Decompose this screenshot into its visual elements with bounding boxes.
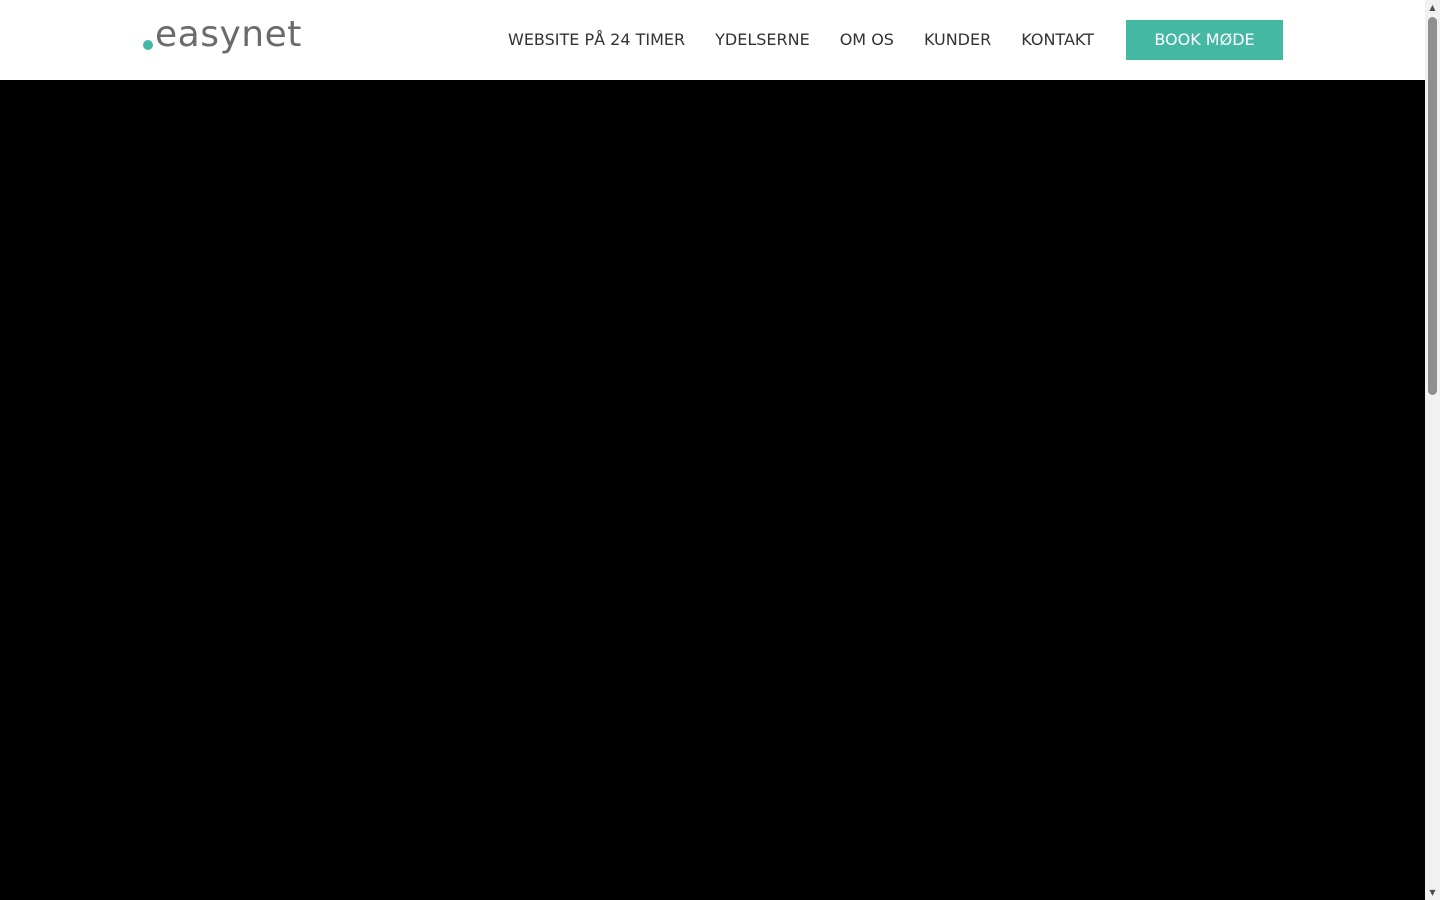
- scrollbar-thumb[interactable]: [1428, 17, 1437, 395]
- nav-item-om-os[interactable]: OM OS: [840, 27, 894, 53]
- nav-item-website-24-timer[interactable]: WEBSITE PÅ 24 TIMER: [508, 27, 685, 53]
- site-logo[interactable]: easynet: [140, 12, 310, 62]
- arrow-down-icon[interactable]: ▼: [1425, 885, 1440, 900]
- nav-item-ydelserne[interactable]: YDELSERNE: [715, 27, 810, 53]
- nav-item-kontakt[interactable]: KONTAKT: [1021, 27, 1094, 53]
- page: easynet WEBSITE PÅ 24 TIMER YDELSERNE OM…: [0, 0, 1425, 900]
- logo-dot-icon: [143, 40, 153, 50]
- logo-text: easynet: [155, 14, 302, 55]
- main-nav: WEBSITE PÅ 24 TIMER YDELSERNE OM OS KUND…: [508, 27, 1094, 53]
- book-meeting-button[interactable]: BOOK MØDE: [1126, 20, 1283, 60]
- arrow-up-icon[interactable]: ▲: [1425, 0, 1440, 15]
- nav-item-kunder[interactable]: KUNDER: [924, 27, 991, 53]
- site-header: easynet WEBSITE PÅ 24 TIMER YDELSERNE OM…: [0, 0, 1425, 80]
- vertical-scrollbar[interactable]: ▲ ▼: [1425, 0, 1440, 900]
- hero-video-area: [0, 80, 1425, 900]
